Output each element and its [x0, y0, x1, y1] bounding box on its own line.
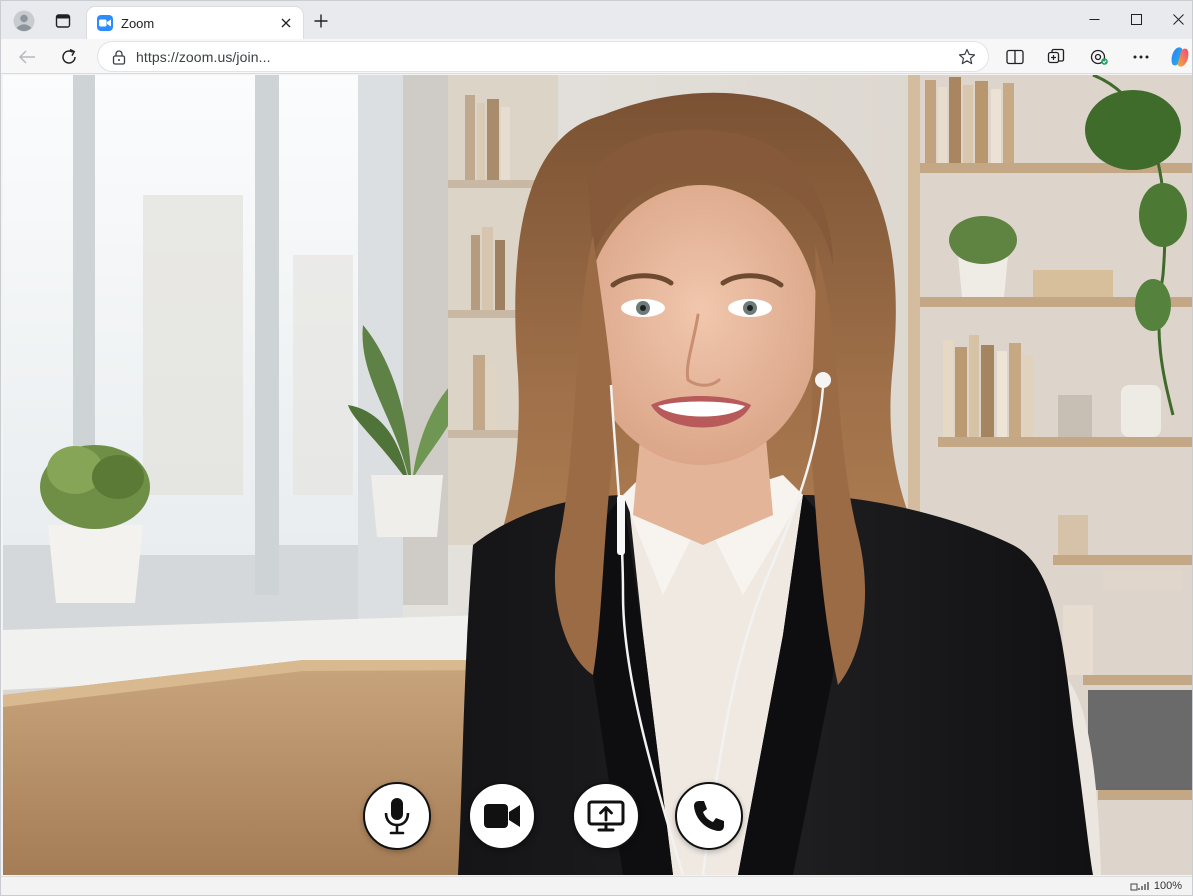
browser-toolbar: https://zoom.us/join...	[1, 39, 1192, 74]
network-status-icon	[1130, 882, 1149, 891]
back-arrow-icon	[18, 50, 35, 64]
tab-zoom[interactable]: Zoom	[87, 7, 303, 39]
copilot-button[interactable]	[1165, 42, 1193, 72]
extensions-icon	[1090, 49, 1108, 65]
browser-window: Zoom https://zoom.us/join... 100%	[0, 0, 1193, 896]
lock-icon	[112, 49, 126, 65]
profile-icon	[13, 10, 35, 32]
new-tab-button[interactable]	[307, 7, 335, 35]
leave-call-button[interactable]	[675, 782, 743, 850]
tab-title: Zoom	[121, 15, 155, 31]
participant-video-image	[3, 75, 1192, 875]
copilot-icon	[1171, 47, 1189, 67]
microphone-button[interactable]	[363, 782, 431, 850]
zoom-camera-icon	[97, 15, 113, 31]
reload-button[interactable]	[54, 42, 84, 72]
share-screen-icon	[587, 800, 625, 832]
meeting-controls	[363, 782, 748, 854]
tab-actions-button[interactable]	[49, 7, 77, 35]
minimize-icon	[1089, 18, 1099, 20]
status-bar: 100%	[1, 876, 1192, 895]
close-icon	[281, 18, 291, 28]
plus-icon	[314, 14, 328, 28]
favorite-button[interactable]	[952, 42, 982, 71]
phone-icon	[694, 801, 724, 831]
profile-button[interactable]	[10, 7, 38, 35]
more-options-button[interactable]	[1126, 42, 1156, 72]
minimize-button[interactable]	[1072, 1, 1116, 37]
close-window-button[interactable]	[1156, 1, 1193, 37]
extensions-button[interactable]	[1084, 42, 1114, 72]
back-button[interactable]	[12, 42, 42, 72]
collections-icon	[1047, 48, 1065, 64]
split-screen-button[interactable]	[1000, 42, 1030, 72]
microphone-icon	[384, 798, 410, 835]
address-bar[interactable]: https://zoom.us/join...	[97, 41, 989, 72]
more-icon	[1133, 55, 1149, 59]
collections-button[interactable]	[1041, 42, 1071, 72]
tab-actions-icon	[55, 14, 71, 28]
star-icon	[958, 48, 976, 64]
video-camera-icon	[484, 804, 520, 828]
close-tab-button[interactable]	[277, 14, 295, 32]
share-screen-button[interactable]	[572, 782, 640, 850]
zoom-level[interactable]: 100%	[1154, 880, 1182, 892]
url-text[interactable]: https://zoom.us/join...	[136, 49, 952, 65]
split-screen-icon	[1006, 49, 1024, 65]
close-icon	[1172, 13, 1184, 25]
maximize-icon	[1130, 13, 1142, 25]
video-camera-button[interactable]	[468, 782, 536, 850]
site-info-button[interactable]	[102, 42, 136, 71]
maximize-button[interactable]	[1114, 1, 1158, 37]
video-feed	[3, 75, 1192, 875]
tab-strip: Zoom	[1, 1, 1192, 39]
reload-icon	[62, 48, 76, 64]
